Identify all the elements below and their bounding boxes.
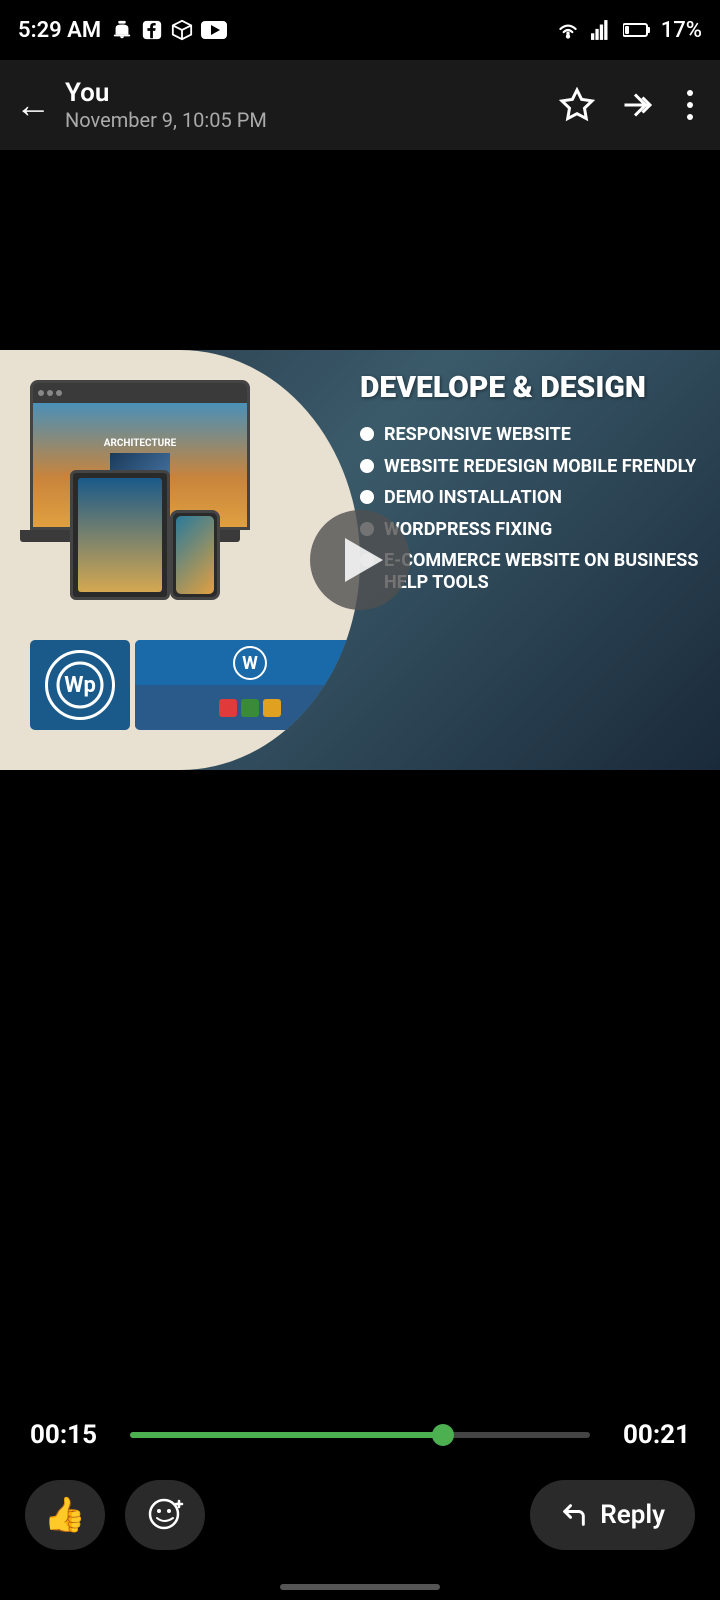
tablet-mockup	[70, 470, 170, 600]
feature-list: RESPONSIVE WEBSITE WEBSITE REDESIGN MOBI…	[360, 424, 700, 594]
feature-item-1: RESPONSIVE WEBSITE	[360, 424, 700, 446]
thumbs-up-icon: 👍	[44, 1495, 86, 1535]
wp-tile: Wp	[30, 640, 130, 730]
status-notification-icons	[111, 19, 227, 41]
forward-icon[interactable]	[617, 87, 653, 123]
game-icon	[171, 19, 193, 41]
phone-mockup	[170, 510, 220, 600]
device-mockup: ARCHITECTURE	[20, 370, 340, 750]
reply-icon	[560, 1501, 588, 1529]
feature-item-2: WEBSITE REDESIGN MOBILE FRENDLY	[360, 456, 700, 478]
wifi-icon	[555, 19, 581, 41]
header-actions	[559, 87, 705, 123]
signal-icon	[591, 19, 613, 41]
reply-label: Reply	[600, 1500, 665, 1530]
battery-icon	[623, 21, 651, 39]
reply-button[interactable]: Reply	[530, 1480, 695, 1550]
feature-item-4: WORDPRESS FIXING	[360, 519, 700, 541]
video-left-panel: ARCHITECTURE	[0, 350, 360, 770]
facebook-icon	[141, 19, 163, 41]
feature-item-3: DEMO INSTALLATION	[360, 487, 700, 509]
progress-bar-area: 00:15 00:21	[0, 1400, 720, 1470]
bottom-toolbar: 👍 Reply	[0, 1470, 720, 1560]
current-time: 00:15	[30, 1420, 110, 1450]
progress-track[interactable]	[130, 1432, 590, 1438]
header-bar: ← You November 9, 10:05 PM	[0, 60, 720, 150]
email-info: You November 9, 10:05 PM	[65, 78, 559, 132]
thumbs-up-button[interactable]: 👍	[25, 1480, 105, 1550]
status-bar: 5:29 AM	[0, 0, 720, 60]
wp-logo: Wp	[45, 650, 115, 720]
more-menu-icon[interactable]	[675, 87, 705, 123]
bullet-1	[360, 427, 374, 441]
progress-fill	[130, 1432, 443, 1438]
status-time: 5:29 AM	[18, 18, 101, 43]
feature-item-5: E-COMMERCE WEBSITE ON BUSINESS HELP TOOL…	[360, 550, 700, 593]
back-button[interactable]: ←	[15, 84, 51, 126]
wordpress-tile: W	[135, 640, 360, 730]
play-triangle-icon	[345, 538, 383, 582]
video-container: ARCHITECTURE	[0, 150, 720, 1440]
bullet-3	[360, 490, 374, 504]
star-icon[interactable]	[559, 87, 595, 123]
emoji-reaction-button[interactable]	[125, 1480, 205, 1550]
video-title: DEVELOPE & DESIGN	[360, 370, 700, 406]
bullet-2	[360, 459, 374, 473]
youtube-icon	[201, 21, 227, 39]
home-indicator	[280, 1584, 440, 1590]
notification-icon	[111, 19, 133, 41]
total-time: 00:21	[610, 1420, 690, 1450]
svg-text:Wp: Wp	[64, 673, 96, 698]
email-date: November 9, 10:05 PM	[65, 108, 559, 132]
status-right-icons: 17%	[555, 18, 702, 43]
emoji-add-icon	[146, 1496, 184, 1534]
video-frame[interactable]: ARCHITECTURE	[0, 350, 720, 770]
play-button[interactable]	[310, 510, 410, 610]
progress-thumb[interactable]	[432, 1424, 454, 1446]
battery-percentage: 17%	[661, 18, 702, 43]
sender-name: You	[65, 78, 559, 108]
svg-text:W: W	[242, 653, 258, 674]
